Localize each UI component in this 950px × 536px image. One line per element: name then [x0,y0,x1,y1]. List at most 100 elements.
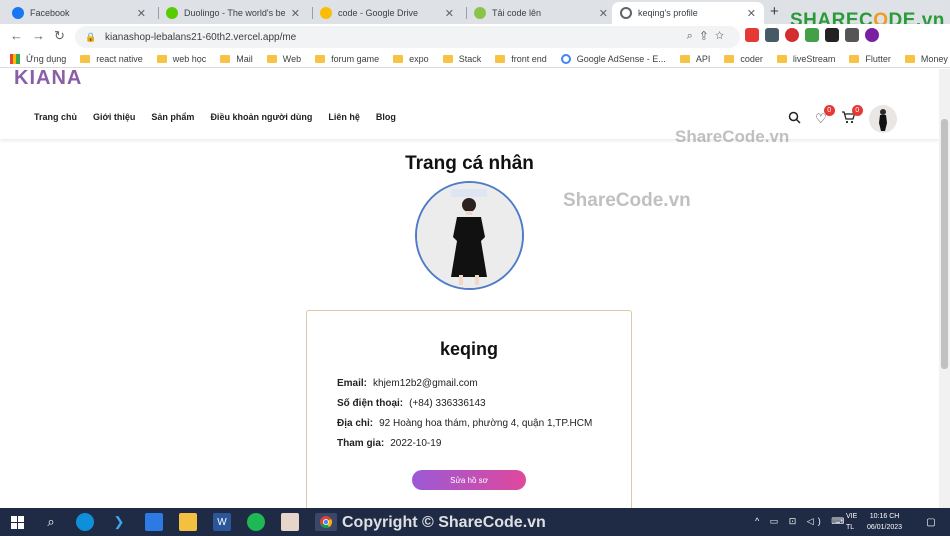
bookmark-item[interactable]: API [679,53,711,64]
bookmark-item[interactable]: forum game [315,54,379,64]
close-icon[interactable]: ✕ [747,7,756,20]
vscode-icon[interactable]: ❯ [110,513,128,531]
tab-google-drive[interactable]: code - Google Drive ✕ [312,2,462,24]
address-bar[interactable]: 🔒 kianashop-lebalans21-60th2.vercel.app/… [75,26,740,48]
bookmark-label: API [695,53,711,64]
bookmark-label: front end [511,53,547,64]
tab-title: Facebook [30,8,70,18]
nav-link-terms[interactable]: Điều khoản người dùng [210,112,312,122]
search-icon[interactable] [788,111,801,127]
reload-icon[interactable]: ↻ [54,28,65,44]
user-avatar[interactable] [868,105,897,133]
tab-duolingo[interactable]: Duolingo - The world's best ✕ [158,2,308,24]
email-value: khjem12b2@gmail.com [373,378,478,389]
extension-icon[interactable] [805,28,819,42]
page-scrollbar[interactable] [939,69,950,508]
close-icon[interactable]: ✕ [291,7,300,20]
system-tray-icons[interactable]: ^ ▭ ⊡ ◁) ⌨ [755,516,848,527]
chrome-icon[interactable] [315,513,337,531]
phone-row: Số điện thoại: (+84) 336336143 [337,398,486,409]
user-avatar-icon[interactable] [865,28,879,42]
bookmark-item[interactable]: coder [724,54,763,64]
bookmark-item[interactable]: Web [266,54,301,64]
nav-link-blog[interactable]: Blog [376,112,396,122]
upload-icon [474,7,486,19]
folder-icon [156,54,167,63]
folder-icon [220,54,231,63]
omnibox-actions[interactable]: ⌕⇪☆ [687,30,732,43]
mail-icon[interactable] [145,513,163,531]
word-icon[interactable]: W [213,513,231,531]
folder-icon [724,54,735,63]
address-row: Địa chỉ: 92 Hoàng hoa thám, phường 4, quậ… [337,418,593,429]
language-indicator[interactable]: VIE TL [846,511,857,533]
windows-start-icon[interactable] [8,513,26,531]
phone-value: (+84) 336336143 [409,398,486,409]
bookmarks-bar: Ứng dụng react native web học Mail Web forum … [0,50,950,68]
nav-link-about[interactable]: Giới thiệu [93,112,135,122]
clock[interactable]: 10:16 CH 06/01/2023 [867,511,902,533]
browser-toolbar: ← → ↻ 🔒 kianashop-lebalans21-60th2.verce… [0,24,950,50]
opera-extension-icon[interactable] [785,28,799,42]
wishlist-icon[interactable]: ♡ 0 [815,105,835,127]
bookmark-label: react native [96,53,143,64]
bookmark-label: Stack [458,53,482,64]
bookmark-item[interactable]: Stack [442,53,482,64]
extension-icons [745,28,879,42]
scrollbar-thumb[interactable] [941,119,948,369]
bookmark-label: forum game [331,53,380,64]
nav-link-home[interactable]: Trang chủ [34,112,77,122]
edit-profile-button[interactable]: Sửa hồ sơ [412,470,526,490]
bookmark-item[interactable]: web học [156,54,206,64]
cart-count-badge: 0 [851,105,863,116]
bookmark-label: coder [740,53,763,64]
mail-extension-icon[interactable] [745,28,759,42]
edge-icon[interactable] [76,513,94,531]
copyright-watermark: Copyright © ShareCode.vn [342,514,546,531]
bookmark-item[interactable]: Mail [220,54,253,64]
profile-card: keqing Email: khjem12b2@gmail.com Số điện… [306,310,632,508]
extension-icon[interactable] [765,28,779,42]
file-explorer-icon[interactable] [179,513,197,531]
tab-profile[interactable]: keqing's profile ✕ [612,2,764,24]
close-icon[interactable]: ✕ [137,7,146,20]
nav-link-products[interactable]: Sản phẩm [151,112,194,122]
bookmark-item[interactable]: Ứng dụng [10,53,67,64]
forward-icon[interactable]: → [32,28,45,43]
tab-facebook[interactable]: Facebook ✕ [4,2,154,24]
url-text: kianashop-lebalans21-60th2.vercel.app/me [105,31,297,43]
lock-icon: 🔒 [85,31,97,42]
bookmark-item[interactable]: front end [495,54,547,64]
bookmark-item[interactable]: Google AdSense - E... [560,53,666,64]
app-icon[interactable] [281,513,299,531]
bookmark-item[interactable]: liveStream [776,54,835,64]
new-tab-button[interactable]: + [770,3,779,20]
browser-tab-strip: Facebook ✕ Duolingo - The world's best ✕… [0,0,950,31]
bookmark-label: Flutter [865,53,891,64]
nav-link-contact[interactable]: Liên hệ [328,112,360,122]
folder-icon [495,54,506,63]
bookmark-item[interactable]: Money [904,54,948,64]
site-brand-logo[interactable]: KIANA [14,69,82,90]
bookmark-label: Ứng dụng [26,53,67,64]
watermark-text: ShareCode.vn [563,190,691,211]
notification-icon[interactable]: ▢ [922,513,940,531]
facebook-icon [12,7,24,19]
cart-icon[interactable]: 0 [841,105,863,127]
folder-icon [849,54,860,63]
close-icon[interactable]: ✕ [599,7,608,20]
search-icon[interactable]: ⌕ [42,513,60,531]
bookmark-label: Google AdSense - E... [576,53,666,64]
tab-upload-code[interactable]: Tải code lên ✕ [466,2,616,24]
bookmark-item[interactable]: expo [393,54,429,64]
bookmark-item[interactable]: react native [80,54,143,64]
close-icon[interactable]: ✕ [445,7,454,20]
profile-icon[interactable] [845,28,859,42]
spotify-icon[interactable] [247,513,265,531]
bookmark-item[interactable]: Flutter [849,54,891,64]
puzzle-icon[interactable] [825,28,839,42]
folder-icon [776,54,787,63]
back-icon[interactable]: ← [10,28,23,43]
apps-grid-icon [10,53,20,64]
globe-icon [620,7,632,19]
